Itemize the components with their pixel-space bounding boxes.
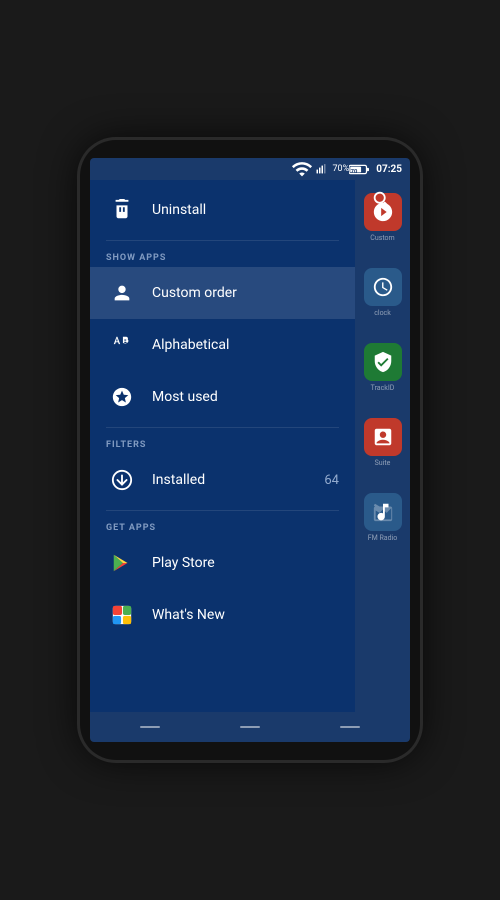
nav-back[interactable]: [140, 726, 160, 728]
battery-indicator: 70% 70: [333, 164, 370, 175]
peek-icon-5: [364, 493, 402, 531]
right-apps-peek: Custom clock TrackID Suite: [355, 180, 410, 712]
battery-percent: 70%: [333, 164, 350, 174]
nav-bar: [100, 712, 400, 742]
divider-1: [106, 240, 339, 241]
status-time: 07:25: [376, 164, 402, 175]
divider-2: [106, 427, 339, 428]
filters-section-label: FILTERS: [90, 432, 355, 454]
most-used-icon: [106, 381, 138, 413]
whats-new-item[interactable]: What's New: [90, 589, 355, 641]
most-used-item[interactable]: Most used: [90, 371, 355, 423]
play-store-label: Play Store: [152, 555, 339, 571]
battery-icon: 70: [349, 164, 369, 175]
custom-order-item[interactable]: Custom order: [90, 267, 355, 319]
installed-label: Installed: [152, 472, 324, 488]
peek-label-3: TrackID: [371, 384, 395, 392]
installed-count: 64: [324, 473, 339, 488]
search-icon: [371, 189, 393, 211]
phone-frame: 70% 70 07:25 Custom: [80, 140, 420, 760]
signal-icon: [316, 163, 328, 175]
nav-home[interactable]: [240, 726, 260, 728]
uninstall-label: Uninstall: [152, 202, 339, 218]
most-used-label: Most used: [152, 389, 339, 405]
alphabetical-icon: [106, 329, 138, 361]
alphabetical-label: Alphabetical: [152, 337, 339, 353]
peek-label-2: clock: [374, 309, 391, 317]
peek-app-4: Suite: [355, 405, 410, 480]
uninstall-icon: [106, 194, 138, 226]
status-bar: 70% 70 07:25: [90, 158, 410, 180]
nav-recents[interactable]: [340, 726, 360, 728]
alphabetical-item[interactable]: Alphabetical: [90, 319, 355, 371]
peek-app-3: TrackID: [355, 330, 410, 405]
peek-icon-2: [364, 268, 402, 306]
whats-new-label: What's New: [152, 607, 339, 623]
peek-label-4: Suite: [375, 459, 391, 467]
search-button[interactable]: [362, 180, 402, 220]
play-store-icon: [106, 547, 138, 579]
peek-icon-4: [364, 418, 402, 456]
svg-text:70: 70: [351, 168, 358, 174]
installed-item[interactable]: Installed 64: [90, 454, 355, 506]
show-apps-section-label: SHOW APPS: [90, 245, 355, 267]
peek-icon-3: [364, 343, 402, 381]
peek-app-5: FM Radio: [355, 480, 410, 555]
peek-app-2: clock: [355, 255, 410, 330]
status-icons: 70% 70 07:25: [291, 158, 403, 180]
uninstall-item[interactable]: Uninstall: [90, 184, 355, 236]
divider-3: [106, 510, 339, 511]
whats-new-icon: [106, 599, 138, 631]
play-store-item[interactable]: Play Store: [90, 537, 355, 589]
phone-screen: 70% 70 07:25 Custom: [90, 158, 410, 742]
menu-overlay: Uninstall SHOW APPS Custom order: [90, 180, 355, 712]
get-apps-section-label: GET APPS: [90, 515, 355, 537]
installed-icon: [106, 464, 138, 496]
wifi-icon: [291, 158, 313, 180]
custom-order-label: Custom order: [152, 285, 339, 301]
peek-label-1: Custom: [370, 234, 394, 242]
custom-order-icon: [106, 277, 138, 309]
peek-label-5: FM Radio: [368, 534, 397, 542]
